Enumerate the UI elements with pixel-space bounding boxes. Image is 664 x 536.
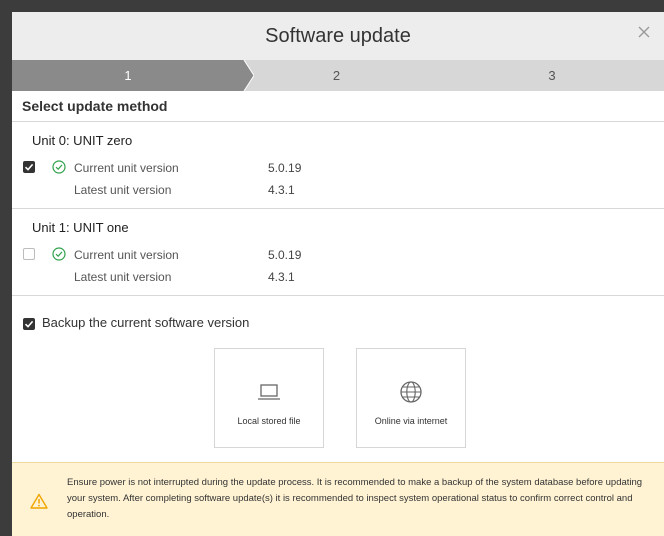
dialog-title: Software update <box>265 24 411 47</box>
current-version-row: Current unit version 5.0.19 <box>12 161 664 177</box>
step-1[interactable]: 1 <box>12 60 244 91</box>
current-version-value: 5.0.19 <box>268 161 302 175</box>
close-icon[interactable] <box>634 22 654 42</box>
backup-label[interactable]: Backup the current software version <box>42 315 249 330</box>
dialog-titlebar: Software update <box>12 12 664 60</box>
backup-checkbox[interactable] <box>23 318 35 330</box>
online-label: Online via internet <box>374 416 448 426</box>
current-version-label: Current unit version <box>74 161 179 175</box>
backup-option: Backup the current software version <box>12 296 664 336</box>
globe-icon <box>397 379 425 405</box>
section-title: Select update method <box>12 91 664 122</box>
latest-version-label: Latest unit version <box>74 270 172 284</box>
latest-version-value: 4.3.1 <box>268 270 295 284</box>
warning-icon <box>30 493 48 509</box>
unit-row: Unit 0: UNIT zero Current unit version 5… <box>12 122 664 209</box>
step-3[interactable]: 3 <box>452 60 652 91</box>
laptop-icon <box>255 379 283 405</box>
latest-version-row: Latest unit version 4.3.1 <box>12 270 664 286</box>
online-option[interactable]: Online via internet <box>356 348 466 448</box>
wizard-stepper: 1 2 3 <box>12 60 664 91</box>
local-file-option[interactable]: Local stored file <box>214 348 324 448</box>
warning-banner: Ensure power is not interrupted during t… <box>12 462 664 536</box>
local-file-label: Local stored file <box>237 416 301 426</box>
unit-row: Unit 1: UNIT one Current unit version 5.… <box>12 209 664 296</box>
latest-version-label: Latest unit version <box>74 183 172 197</box>
latest-version-value: 4.3.1 <box>268 183 295 197</box>
unit-name: Unit 0: UNIT zero <box>32 133 133 148</box>
warning-text: Ensure power is not interrupted during t… <box>67 477 643 520</box>
current-version-label: Current unit version <box>74 248 179 262</box>
current-version-value: 5.0.19 <box>268 248 302 262</box>
step-2[interactable]: 2 <box>244 60 429 91</box>
latest-version-row: Latest unit version 4.3.1 <box>12 183 664 199</box>
update-method-options: Local stored file Online via internet <box>12 336 664 456</box>
unit-name: Unit 1: UNIT one <box>32 220 129 235</box>
software-update-dialog: Software update 1 2 3 Select update meth… <box>12 12 664 536</box>
current-version-row: Current unit version 5.0.19 <box>12 248 664 264</box>
